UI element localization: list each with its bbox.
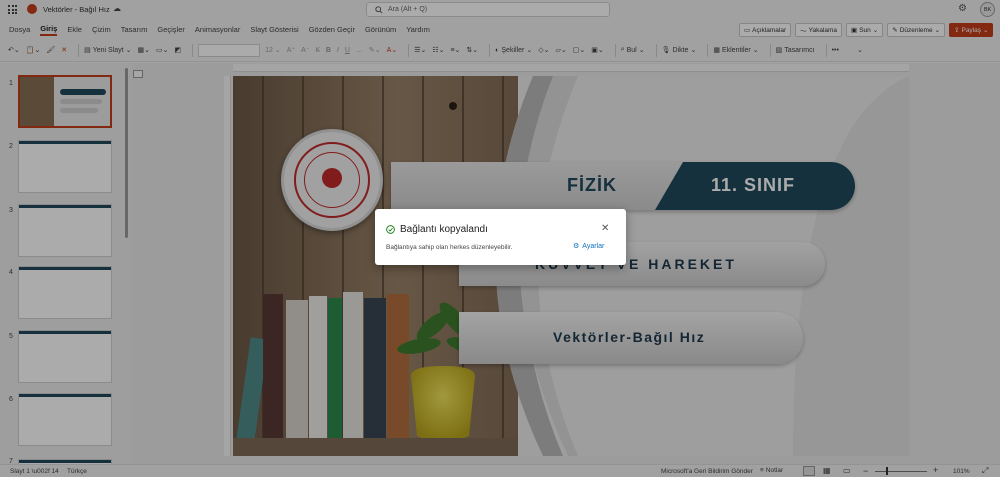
gear-icon: ⚙ xyxy=(573,243,580,250)
checkmark-circle-icon xyxy=(386,225,395,234)
link-copied-toast: Bağlantı kopyalandı ✕ Bağlantıya sahip o… xyxy=(375,209,626,265)
toast-title: Bağlantı kopyalandı xyxy=(400,224,488,235)
close-icon[interactable]: ✕ xyxy=(601,223,609,234)
toast-message: Bağlantıya sahip olan herkes düzenleyebi… xyxy=(386,244,513,251)
settings-link[interactable]: ⚙ Ayarlar xyxy=(573,242,604,251)
